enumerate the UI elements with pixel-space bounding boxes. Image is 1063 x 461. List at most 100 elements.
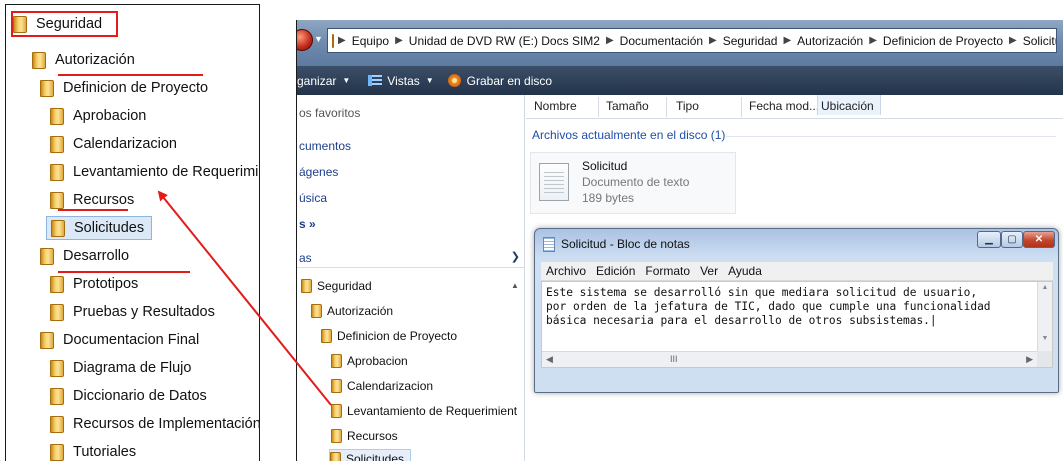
tree-item-recursos-de-implementacion[interactable]: Recursos de Implementación [50, 413, 260, 435]
navigation-pane: os favoritos cumentos ágenes úsica s » a… [297, 95, 525, 461]
tree-item-tutoriales[interactable]: Tutoriales [50, 441, 139, 461]
views-icon [368, 75, 383, 86]
tree-item-definicion-de-proyecto[interactable]: Definicion de Proyecto [40, 77, 211, 99]
text-editor[interactable]: Este sistema se desarrolló sin que media… [541, 281, 1053, 368]
notepad-window: Solicitud - Bloc de notas ▁ ▢ ✕ Archivo … [534, 228, 1059, 393]
scroll-up-arrow-icon[interactable]: ▲ [1038, 284, 1052, 291]
nav-tree-label: Seguridad [317, 279, 372, 293]
tree-item-desarrollo[interactable]: Desarrollo [40, 245, 132, 267]
folder-icon [321, 329, 332, 343]
file-item[interactable]: Solicitud Documento de texto 189 bytes [530, 152, 736, 214]
tree-item-pruebas-y-resultados[interactable]: Pruebas y Resultados [50, 301, 218, 323]
breadcrumb-item[interactable]: Seguridad [723, 34, 778, 48]
tree-item-autorizacion[interactable]: Autorización [32, 49, 138, 71]
chevron-right-icon: ▶ [338, 35, 346, 46]
column-divider[interactable] [598, 97, 599, 117]
breadcrumb-item[interactable]: Solicitudes [1023, 34, 1056, 48]
nav-tree-item-aprobacion[interactable]: Aprobacion [331, 351, 408, 371]
command-bar: ganizar ▼ Vistas ▼ Grabar en disco [297, 66, 1063, 95]
maximize-button[interactable]: ▢ [1001, 231, 1023, 248]
folders-header[interactable]: as [297, 246, 524, 268]
breadcrumb-item[interactable]: Documentación [620, 34, 703, 48]
tree-item-label: Desarrollo [63, 248, 130, 264]
nav-link-more[interactable]: s » [299, 217, 316, 231]
favorites-header[interactable]: os favoritos [299, 106, 360, 120]
close-button[interactable]: ✕ [1023, 231, 1055, 248]
tree-item-label: Diccionario de Datos [73, 388, 207, 404]
column-header-size[interactable]: Tamaño [606, 99, 649, 119]
burn-disc-button[interactable]: Grabar en disco [447, 73, 553, 88]
column-divider[interactable] [666, 97, 667, 117]
folder-icon [50, 303, 64, 321]
column-divider[interactable] [741, 97, 742, 117]
tree-item-label: Autorización [55, 52, 135, 68]
vertical-scrollbar[interactable]: ▲ ▼ [1037, 282, 1052, 352]
tree-item-solicitudes[interactable]: Solicitudes [46, 216, 153, 240]
views-button[interactable]: Vistas ▼ [364, 74, 434, 88]
tree-item-label: Recursos de Implementación [73, 416, 260, 432]
nav-tree-item-solicitudes[interactable]: Solicitudes [329, 449, 412, 461]
menu-edicion[interactable]: Edición [596, 264, 635, 278]
folder-tree-panel: Seguridad Autorización Definicion de Pro… [5, 4, 260, 461]
document-text[interactable]: Este sistema se desarrolló sin que media… [546, 286, 1036, 328]
nav-tree-item-calendarizacion[interactable]: Calendarizacion [331, 376, 433, 396]
scrollbar-corner [1037, 351, 1052, 367]
column-header-date[interactable]: Fecha mod... [749, 99, 819, 119]
horizontal-scrollbar[interactable]: ◀ III ▶ [542, 351, 1039, 367]
scroll-grip[interactable]: III [670, 354, 678, 364]
column-header-type[interactable]: Tipo [676, 99, 699, 119]
folder-icon [13, 15, 27, 33]
breadcrumb-item[interactable]: Definicion de Proyecto [883, 34, 1003, 48]
nav-tree-label: Levantamiento de Requerimient [347, 404, 518, 418]
tree-item-calendarizacion[interactable]: Calendarizacion [50, 133, 180, 155]
scroll-down-arrow-icon[interactable]: ▼ [1038, 335, 1052, 342]
nav-tree-item-autorizacion[interactable]: Autorización [311, 301, 393, 321]
nav-tree-item-seguridad[interactable]: Seguridad [301, 276, 372, 296]
breadcrumb-item[interactable]: Equipo [352, 34, 389, 48]
chevron-down-icon[interactable]: ❯ [511, 250, 520, 263]
group-divider [726, 136, 1056, 137]
nav-link-pictures[interactable]: ágenes [299, 165, 338, 179]
tree-item-documentacion-final[interactable]: Documentacion Final [40, 329, 202, 351]
nav-link-documents[interactable]: cumentos [299, 139, 351, 153]
folder-icon [331, 429, 342, 443]
tree-item-prototipos[interactable]: Prototipos [50, 273, 141, 295]
tree-item-seguridad[interactable]: Seguridad [11, 11, 118, 37]
scroll-up-arrow-icon[interactable]: ▲ [511, 281, 519, 290]
nav-tree-item-levantamiento[interactable]: Levantamiento de Requerimient [331, 401, 517, 421]
tree-item-label: Definicion de Proyecto [63, 80, 209, 96]
tree-item-levantamiento[interactable]: Levantamiento de Requerimien [50, 161, 260, 183]
breadcrumb-item[interactable]: Autorización [797, 34, 863, 48]
minimize-button[interactable]: ▁ [977, 231, 1001, 248]
scroll-right-arrow-icon[interactable]: ▶ [1026, 354, 1033, 365]
address-bar: ▼ ▶ Equipo ▶ Unidad de DVD RW (E:) Docs … [297, 20, 1063, 66]
column-header-location[interactable]: Ubicación [817, 95, 881, 115]
nav-tree-item-recursos[interactable]: Recursos [331, 426, 398, 446]
nav-tree-item-definicion-de-proyecto[interactable]: Definicion de Proyecto [321, 326, 457, 346]
tree-item-label: Levantamiento de Requerimien [73, 164, 260, 180]
scroll-left-arrow-icon[interactable]: ◀ [546, 354, 553, 365]
folder-icon [40, 247, 54, 265]
menu-ver[interactable]: Ver [700, 264, 718, 278]
file-type: Documento de texto [582, 175, 690, 189]
group-header[interactable]: Archivos actualmente en el disco (1) [532, 128, 725, 142]
tree-item-recursos[interactable]: Recursos [50, 189, 137, 211]
burn-label: Grabar en disco [466, 73, 553, 88]
organize-button[interactable]: ganizar ▼ [297, 74, 350, 88]
tree-item-diagrama-de-flujo[interactable]: Diagrama de Flujo [50, 357, 194, 379]
folder-icon [40, 79, 54, 97]
tree-item-aprobacion[interactable]: Aprobacion [50, 105, 149, 127]
menu-ayuda[interactable]: Ayuda [728, 264, 762, 278]
breadcrumb-item[interactable]: Unidad de DVD RW (E:) Docs SIM2 [409, 34, 600, 48]
column-header-name[interactable]: Nombre [534, 99, 577, 119]
menu-formato[interactable]: Formato [645, 264, 690, 278]
nav-link-music[interactable]: úsica [299, 191, 327, 205]
address-field[interactable]: ▶ Equipo ▶ Unidad de DVD RW (E:) Docs SI… [327, 28, 1057, 53]
folder-icon [51, 219, 65, 237]
file-size: 189 bytes [582, 191, 635, 205]
history-dropdown-icon[interactable]: ▼ [314, 34, 323, 44]
tree-item-diccionario-de-datos[interactable]: Diccionario de Datos [50, 385, 210, 407]
back-button[interactable] [297, 29, 313, 51]
folders-label: as [299, 251, 312, 265]
menu-archivo[interactable]: Archivo [546, 264, 586, 278]
